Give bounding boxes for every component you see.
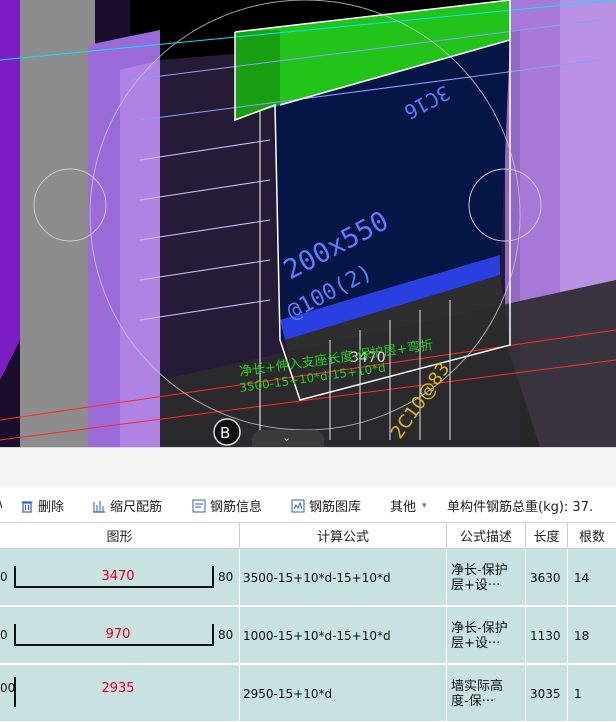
desc-line2: 层+设···: [451, 577, 501, 593]
header-formula[interactable]: 计算公式: [240, 523, 447, 549]
rebar-library-button[interactable]: 钢筋图库: [291, 496, 361, 515]
panel-divider: [0, 447, 616, 487]
toolbar-fragment: \: [0, 496, 2, 511]
other-menu-button[interactable]: 其他 ▾: [390, 496, 427, 515]
table-row[interactable]: 00 2935 2950-15+10*d 墙实际高 度-保··· 3035 1: [0, 665, 616, 722]
desc-cell[interactable]: 净长-保护 层+设···: [447, 549, 526, 606]
scale-rebar-label: 缩尺配筋: [110, 500, 163, 515]
count-cell[interactable]: 14: [568, 549, 616, 606]
length-cell[interactable]: 3035: [526, 665, 568, 722]
other-menu-label: 其他: [390, 500, 417, 515]
scale-rebar-button[interactable]: 缩尺配筋: [92, 496, 162, 515]
shape-right-leg: 80: [218, 628, 234, 642]
rebar-info-label: 钢筋信息: [210, 500, 263, 515]
length-cell[interactable]: 1130: [526, 607, 568, 664]
header-count[interactable]: 根数: [568, 523, 616, 549]
shape-right-leg: 80: [218, 570, 234, 584]
formula-cell[interactable]: 1000-15+10*d-15+10*d: [240, 607, 447, 664]
library-icon: [291, 499, 305, 512]
desc-cell[interactable]: 净长-保护 层+设···: [447, 607, 526, 664]
shape-length: 2935: [101, 681, 135, 696]
left-wall-edge: [0, 0, 20, 380]
formula-cell[interactable]: 2950-15+10*d: [240, 665, 447, 722]
desc-line1: 净长-保护: [451, 562, 508, 578]
collapse-panel-tab[interactable]: ⌄: [252, 430, 324, 447]
shape-cell[interactable]: 0 3470 80: [0, 549, 240, 606]
viewport-canvas[interactable]: 200x550 @100(2) 3C16 3470 净长+伸入支座长度-保护层+…: [0, 0, 616, 447]
header-length[interactable]: 长度: [526, 523, 568, 549]
info-list-icon: [192, 499, 206, 512]
desc-line2: 层+设···: [451, 635, 501, 651]
delete-label: 删除: [38, 500, 65, 515]
rebar-library-label: 钢筋图库: [309, 500, 362, 515]
shape-length: 3470: [101, 569, 135, 584]
shape-cell[interactable]: 0 970 80: [0, 607, 240, 664]
count-cell[interactable]: 1: [568, 665, 616, 722]
total-weight-label: 单构件钢筋总重(kg): 37.: [447, 500, 594, 515]
grey-column: [20, 0, 95, 447]
desc-line2: 度-保···: [451, 693, 495, 709]
rebar-table: 图形 计算公式 公式描述 长度 根数 0 3470 80 3500-15+10*…: [0, 523, 616, 722]
shape-cell[interactable]: 00 2935: [0, 665, 240, 722]
trash-icon: [21, 500, 33, 513]
length-cell[interactable]: 3630: [526, 549, 568, 606]
count-cell[interactable]: 18: [568, 607, 616, 664]
chevron-down-icon: ⌄: [282, 431, 292, 444]
desc-line1: 净长-保护: [451, 620, 508, 636]
desc-line1: 墙实际高: [451, 678, 504, 694]
ruler-icon: [93, 500, 105, 513]
table-row[interactable]: 0 970 80 1000-15+10*d-15+10*d 净长-保护 层+设·…: [0, 607, 616, 664]
formula-cell[interactable]: 3500-15+10*d-15+10*d: [240, 549, 447, 606]
shape-length: 970: [105, 627, 131, 642]
dropdown-caret-icon: ▾: [422, 500, 427, 511]
rebar-toolbar: \ 删除 缩尺配筋 钢筋信息 钢筋图库 其他 ▾ 单构件钢筋总重(kg): 37…: [0, 487, 616, 523]
delete-button[interactable]: 删除: [20, 496, 64, 515]
axis-bubble-label: B: [220, 424, 230, 442]
table-row[interactable]: 0 3470 80 3500-15+10*d-15+10*d 净长-保护 层+设…: [0, 549, 616, 606]
header-desc[interactable]: 公式描述: [447, 523, 526, 549]
desc-cell[interactable]: 墙实际高 度-保···: [447, 665, 526, 722]
rebar-info-button[interactable]: 钢筋信息: [192, 496, 262, 515]
cad-3d-viewport[interactable]: 200x550 @100(2) 3C16 3470 净长+伸入支座长度-保护层+…: [0, 0, 616, 447]
header-shape[interactable]: 图形: [0, 523, 240, 549]
